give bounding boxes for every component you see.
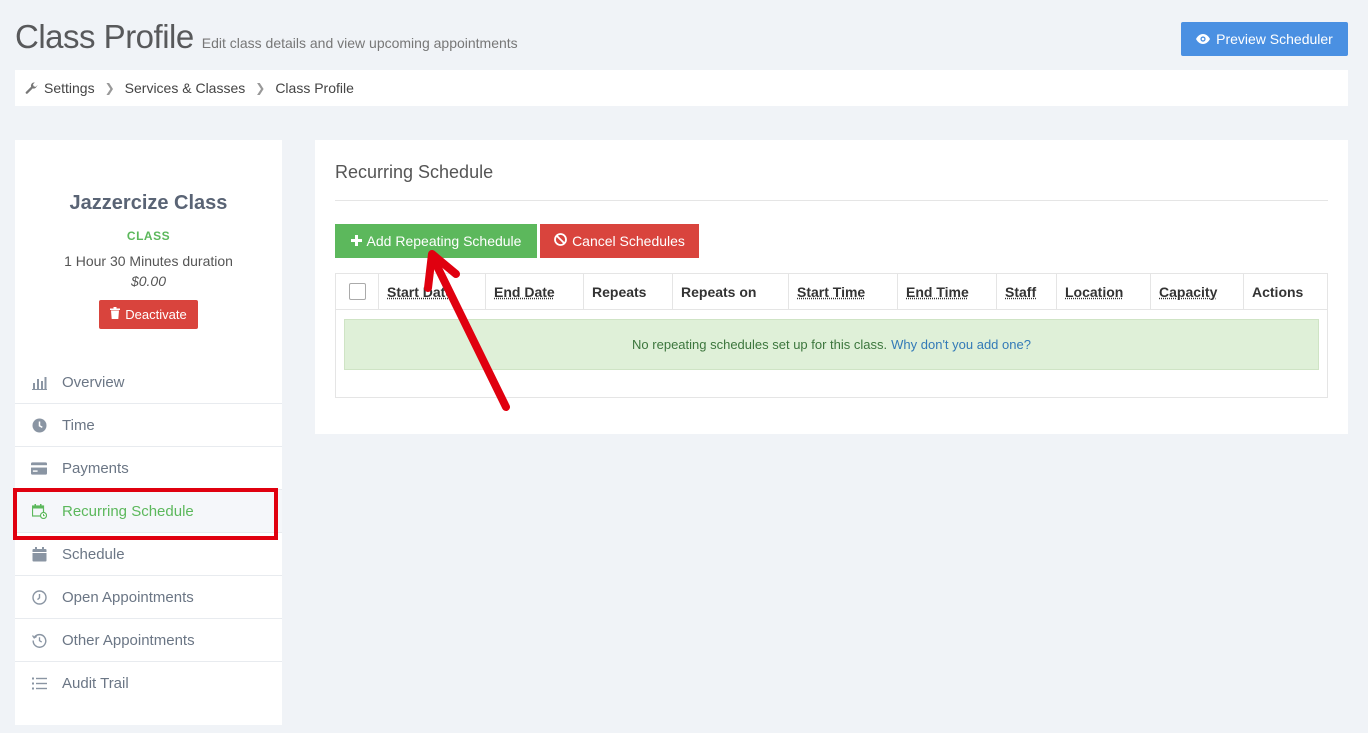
eye-icon bbox=[1196, 31, 1211, 47]
sidebar-item-label: Open Appointments bbox=[62, 588, 194, 606]
column-header-repeats-on: Repeats on bbox=[673, 274, 789, 309]
column-header-actions: Actions bbox=[1252, 284, 1304, 300]
select-all-cell bbox=[336, 274, 379, 309]
breadcrumb-services-classes[interactable]: Services & Classes bbox=[125, 80, 246, 96]
select-all-checkbox[interactable] bbox=[348, 283, 366, 300]
sidebar-item-other-appointments[interactable]: Other Appointments bbox=[15, 619, 282, 662]
clock-open-icon bbox=[31, 589, 47, 605]
add-repeating-schedule-label: Add Repeating Schedule bbox=[366, 233, 522, 249]
plus-icon bbox=[350, 233, 362, 249]
cancel-schedules-button[interactable]: Cancel Schedules bbox=[540, 224, 699, 258]
deactivate-label: Deactivate bbox=[125, 307, 187, 322]
annotation-highlight-box bbox=[13, 488, 278, 540]
sidebar-item-label: Overview bbox=[62, 373, 125, 391]
sidebar-item-payments[interactable]: Payments bbox=[15, 447, 282, 490]
sidebar-item-label: Other Appointments bbox=[62, 631, 195, 649]
column-header-start-time[interactable]: Start Time bbox=[789, 274, 898, 309]
chart-icon bbox=[31, 374, 47, 390]
column-header-location[interactable]: Location bbox=[1057, 274, 1151, 309]
chevron-right-icon: ❯ bbox=[255, 81, 266, 95]
column-header-end-time[interactable]: End Time bbox=[898, 274, 997, 309]
panel-title: Recurring Schedule bbox=[335, 162, 494, 182]
sidebar-item-label: Schedule bbox=[62, 545, 125, 563]
class-profile-card: Jazzercize Class CLASS 1 Hour 30 Minutes… bbox=[15, 140, 282, 329]
sidebar-item-overview[interactable]: Overview bbox=[15, 361, 282, 404]
trash-icon bbox=[110, 307, 121, 322]
column-header-capacity[interactable]: Capacity bbox=[1151, 274, 1244, 309]
preview-scheduler-button[interactable]: Preview Scheduler bbox=[1181, 22, 1348, 56]
history-icon bbox=[31, 632, 47, 648]
deactivate-button[interactable]: Deactivate bbox=[99, 300, 198, 329]
add-one-link[interactable]: Why don't you add one? bbox=[891, 337, 1031, 352]
sidebar: Jazzercize Class CLASS 1 Hour 30 Minutes… bbox=[15, 140, 282, 725]
column-header-staff[interactable]: Staff bbox=[997, 274, 1057, 309]
sidebar-item-label: Payments bbox=[62, 459, 129, 477]
sidebar-item-label: Audit Trail bbox=[62, 675, 129, 692]
credit-card-icon bbox=[31, 460, 47, 476]
preview-scheduler-label: Preview Scheduler bbox=[1216, 31, 1333, 47]
cancel-schedules-label: Cancel Schedules bbox=[572, 233, 685, 249]
ban-icon bbox=[554, 233, 567, 249]
sidebar-item-audit-trail[interactable]: Audit Trail bbox=[15, 662, 282, 705]
class-name: Jazzercize Class bbox=[69, 192, 228, 214]
chevron-right-icon: ❯ bbox=[104, 81, 115, 95]
sidebar-item-time[interactable]: Time bbox=[15, 404, 282, 447]
page-title: Class Profile bbox=[15, 18, 194, 55]
annotation-arrow bbox=[424, 250, 510, 411]
breadcrumb-class-profile: Class Profile bbox=[275, 80, 354, 96]
calendar-icon bbox=[31, 546, 47, 562]
sidebar-item-label: Time bbox=[62, 416, 95, 434]
divider bbox=[335, 200, 1328, 201]
breadcrumb: Settings ❯ Services & Classes ❯ Class Pr… bbox=[15, 70, 1348, 106]
wrench-icon bbox=[25, 81, 38, 95]
empty-message-text: No repeating schedules set up for this c… bbox=[632, 337, 888, 352]
breadcrumb-settings[interactable]: Settings bbox=[44, 80, 95, 96]
class-duration: 1 Hour 30 Minutes duration bbox=[64, 253, 233, 269]
class-type-label: CLASS bbox=[126, 229, 171, 243]
sidebar-item-open-appointments[interactable]: Open Appointments bbox=[15, 576, 282, 619]
page-header: Class Profile Edit class details and vie… bbox=[15, 18, 518, 56]
class-price: $0.00 bbox=[130, 273, 167, 289]
list-icon bbox=[31, 676, 47, 692]
page-subtitle: Edit class details and view upcoming app… bbox=[201, 35, 518, 51]
clock-icon bbox=[31, 417, 47, 433]
column-header-repeats: Repeats bbox=[584, 274, 673, 309]
